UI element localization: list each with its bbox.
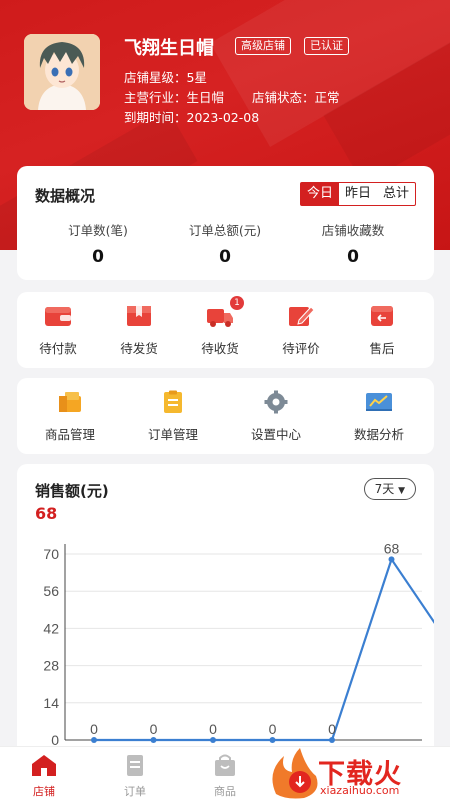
data-point	[150, 737, 157, 743]
data-point	[388, 556, 395, 563]
data-label: 0	[328, 721, 336, 737]
tab-yesterday[interactable]: 昨日	[339, 183, 377, 205]
overview-title: 数据概况	[35, 187, 96, 205]
tab-goods[interactable]: 商品	[195, 753, 255, 799]
verified-badge: 已认证	[304, 37, 349, 55]
stat-value: 0	[347, 247, 359, 267]
review-pen-icon	[287, 304, 315, 328]
data-label: 68	[384, 540, 400, 556]
watermark-site: xiazaihuo.com	[320, 784, 400, 797]
tab-orders[interactable]: 订单	[105, 753, 165, 799]
pending-receipt-item[interactable]: 1 待收货	[185, 296, 255, 357]
pending-payment-item[interactable]: 待付款	[23, 304, 93, 357]
store-avatar[interactable]	[24, 34, 100, 110]
sales-card: 0 14 28 42 56 70 0 0 0 0 0 68 销售额(元) 68 7天 ▼	[17, 464, 434, 764]
data-label: 0	[90, 721, 98, 737]
receipt-count-badge: 1	[230, 296, 244, 310]
data-label: 0	[269, 721, 277, 737]
data-point	[91, 737, 97, 743]
goods-management-item[interactable]: 商品管理	[35, 390, 105, 443]
after-sale-item[interactable]: 售后	[347, 304, 417, 357]
y-tick-label: 70	[43, 546, 59, 562]
y-tick-label: 14	[43, 695, 59, 711]
order-status-card: 待付款 待发货 1 待收货 待评价 售后	[17, 292, 434, 368]
tab-today[interactable]: 今日	[300, 183, 339, 205]
range-label: 7天	[374, 482, 395, 496]
data-label: 0	[150, 721, 158, 737]
gear-icon	[262, 390, 290, 414]
stat-label: 订单总额(元)	[188, 223, 262, 238]
management-tools-card: 商品管理 订单管理 设置中心 数据分析	[17, 378, 434, 454]
tab-total[interactable]: 总计	[377, 183, 415, 205]
tab-store[interactable]: 店铺	[14, 753, 74, 799]
stat-order-amount[interactable]: 订单总额(元) 0	[165, 220, 285, 267]
store-rating: 店铺星级：5星	[124, 70, 207, 85]
order-doc-icon	[127, 755, 143, 776]
goods-box-icon	[56, 390, 84, 414]
package-icon	[125, 304, 153, 328]
data-point	[210, 737, 216, 743]
pending-review-item[interactable]: 待评价	[266, 304, 336, 357]
store-industry: 主营行业：生日帽	[124, 90, 225, 105]
series-line	[94, 556, 434, 742]
sales-title: 销售额(元)	[35, 482, 109, 500]
sales-total: 68	[35, 504, 58, 523]
caret-down-icon: ▼	[398, 486, 405, 496]
y-tick-label: 42	[43, 620, 59, 636]
store-name: 飞翔生日帽	[124, 38, 214, 59]
clipboard-icon	[159, 390, 187, 414]
stat-value: 0	[92, 247, 104, 267]
order-management-item[interactable]: 订单管理	[138, 390, 208, 443]
store-expiry: 到期时间：2023-02-08	[124, 110, 260, 125]
stat-order-count[interactable]: 订单数(笔) 0	[38, 220, 158, 267]
chart-board-icon	[365, 390, 393, 414]
period-switch: 今日 昨日 总计	[299, 182, 416, 206]
store-icon	[32, 755, 56, 776]
stat-favorites[interactable]: 店铺收藏数 0	[293, 220, 413, 267]
pending-shipment-item[interactable]: 待发货	[104, 304, 174, 357]
y-tick-label: 28	[43, 658, 59, 674]
sales-line-chart: 014284256700 0 0 0 068	[43, 540, 434, 748]
store-status: 店铺状态：正常	[252, 90, 340, 105]
premium-store-badge: 高级店铺	[235, 37, 291, 55]
data-label: 0	[209, 721, 217, 737]
settings-center-item[interactable]: 设置中心	[241, 390, 311, 443]
data-overview-card: 数据概况 今日 昨日 总计 订单数(笔) 0 订单总额(元) 0 店铺收藏数 0	[17, 166, 434, 280]
stat-label: 店铺收藏数	[321, 223, 385, 238]
wallet-icon	[44, 304, 72, 328]
range-dropdown[interactable]: 7天 ▼	[363, 478, 416, 500]
y-tick-label: 56	[43, 583, 59, 599]
stat-label: 订单数(笔)	[68, 223, 128, 238]
after-sale-icon	[368, 304, 396, 328]
data-analysis-item[interactable]: 数据分析	[344, 390, 414, 443]
stat-value: 0	[219, 247, 231, 267]
shopping-bag-icon	[215, 754, 235, 776]
truck-icon: 1	[206, 296, 244, 328]
